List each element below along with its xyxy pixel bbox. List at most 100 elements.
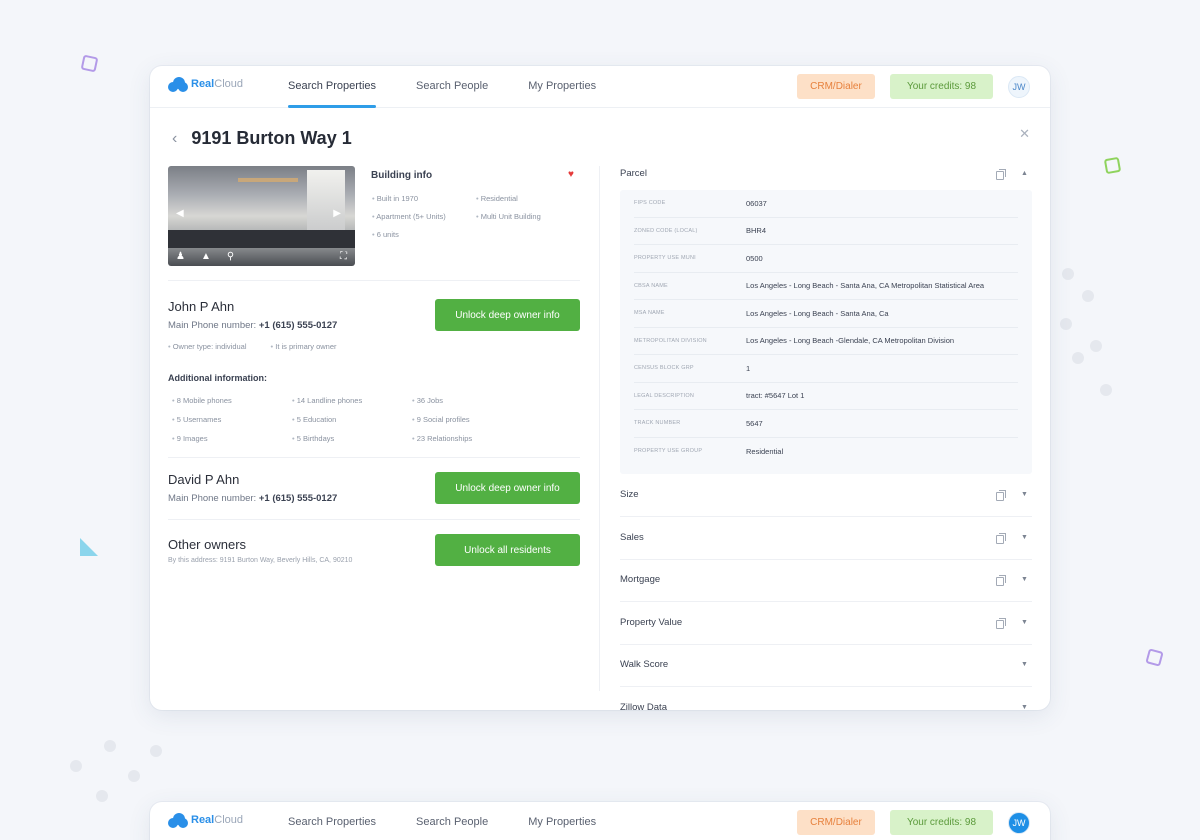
section-walk-score[interactable]: Walk Score ▼ <box>620 645 1032 687</box>
owner-meta: Owner type: individual It is primary own… <box>168 342 337 351</box>
column-divider <box>599 166 600 691</box>
parcel-section-header[interactable]: Parcel ▲ <box>620 168 1032 186</box>
logo-text: RealCloud <box>191 814 243 826</box>
credits-button[interactable]: Your credits: 98 <box>890 74 993 99</box>
back-arrow-icon[interactable]: ‹ <box>172 130 177 148</box>
chevron-down-icon[interactable]: ▼ <box>1021 534 1028 541</box>
building-fact: Residential <box>476 194 567 203</box>
tab-search-people[interactable]: Search People <box>416 802 488 840</box>
decorative-dot <box>96 790 108 802</box>
table-row: PROPERTY USE GROUP Residential <box>634 446 784 456</box>
decorative-dot <box>1082 290 1094 302</box>
unlock-deep-owner-info-button[interactable]: Unlock deep owner info <box>435 472 580 504</box>
additional-info-item: 9 Social profiles <box>412 415 502 424</box>
additional-info-item: 5 Usernames <box>172 415 292 424</box>
copy-icon[interactable] <box>996 575 1006 586</box>
owner-name: David P Ahn <box>168 472 240 487</box>
unlock-deep-owner-info-button[interactable]: Unlock deep owner info <box>435 299 580 331</box>
copy-icon[interactable] <box>996 533 1006 544</box>
copy-icon[interactable] <box>996 490 1006 501</box>
logo-text: RealCloud <box>191 78 243 90</box>
other-owners-title: Other owners <box>168 537 247 552</box>
favorite-heart-icon[interactable]: ♥ <box>568 169 574 180</box>
owner-phone: Main Phone number: +1 (615) 555-0127 <box>168 320 338 331</box>
chevron-down-icon[interactable]: ▼ <box>1021 704 1028 710</box>
page-title: 9191 Burton Way 1 <box>191 128 352 148</box>
page-header: ‹ 9191 Burton Way 1 <box>172 128 352 149</box>
section-mortgage[interactable]: Mortgage ▼ <box>620 560 1032 602</box>
owner-phone: Main Phone number: +1 (615) 555-0127 <box>168 493 338 504</box>
additional-info-item: 14 Landline phones <box>292 396 412 405</box>
owner-name: John P Ahn <box>168 299 235 314</box>
credits-button[interactable]: Your credits: 98 <box>890 810 993 835</box>
secondary-window: RealCloud Search Properties Search Peopl… <box>150 802 1050 840</box>
section-zillow-data[interactable]: Zillow Data ▼ <box>620 688 1032 710</box>
table-row: LEGAL DESCRIPTION tract: #5647 Lot 1 <box>634 383 1018 410</box>
tab-search-properties[interactable]: Search Properties <box>288 802 376 840</box>
unlock-all-residents-button[interactable]: Unlock all residents <box>435 534 580 566</box>
fullscreen-icon[interactable]: ⛶ <box>340 251 347 262</box>
table-row: CENSUS BLOCK GRP 1 <box>634 355 1018 383</box>
section-divider <box>168 457 580 458</box>
landscape-icon[interactable]: ▲ <box>201 251 211 262</box>
decorative-dot <box>1060 318 1072 330</box>
street-view-icon[interactable]: ♟ <box>176 251 185 262</box>
additional-info-item: 9 Images <box>172 434 292 443</box>
additional-info-list: 8 Mobile phones 14 Landline phones 36 Jo… <box>172 396 502 443</box>
additional-info-item: 5 Birthdays <box>292 434 412 443</box>
decorative-triangle <box>80 538 98 556</box>
chevron-up-icon[interactable]: ▲ <box>1021 170 1028 177</box>
tab-search-properties[interactable]: Search Properties <box>288 66 377 108</box>
section-property-value[interactable]: Property Value ▼ <box>620 603 1032 645</box>
decorative-dot <box>104 740 116 752</box>
close-icon[interactable]: ✕ <box>1019 126 1030 142</box>
section-divider <box>168 519 580 520</box>
decorative-dot <box>128 770 140 782</box>
map-pin-icon[interactable]: ⚲ <box>227 251 234 262</box>
building-fact: Apartment (5+ Units) <box>372 212 476 221</box>
photo-prev-icon[interactable]: ◀ <box>176 208 184 219</box>
parcel-title: Parcel <box>620 168 647 179</box>
top-navigation-bar: RealCloud Search Properties Search Peopl… <box>150 66 1050 108</box>
chevron-down-icon[interactable]: ▼ <box>1021 576 1028 583</box>
additional-info-title: Additional information: <box>168 373 267 383</box>
copy-icon[interactable] <box>996 618 1006 629</box>
section-sales[interactable]: Sales ▼ <box>620 518 1032 560</box>
table-row: FIPS CODE 06037 <box>634 190 1018 218</box>
user-avatar[interactable]: JW <box>1008 812 1030 834</box>
chevron-down-icon[interactable]: ▼ <box>1021 491 1028 498</box>
crm-dialer-button[interactable]: CRM/Dialer <box>797 810 875 835</box>
copy-icon[interactable] <box>996 169 1006 180</box>
tab-my-properties[interactable]: My Properties <box>528 66 596 108</box>
parcel-table: FIPS CODE 06037 ZONED CODE (LOCAL) BHR4 PR… <box>620 190 1032 474</box>
user-avatar[interactable]: JW <box>1008 76 1030 98</box>
decorative-square <box>80 54 99 73</box>
realcloud-logo[interactable]: RealCloud <box>168 812 243 828</box>
tab-search-people[interactable]: Search People <box>416 66 488 108</box>
owner-type: Owner type: individual <box>168 342 247 351</box>
property-photo[interactable]: ◀ ▶ ♟ ▲ ⚲ ⛶ <box>168 166 355 266</box>
additional-info-item: 8 Mobile phones <box>172 396 292 405</box>
tab-my-properties[interactable]: My Properties <box>528 802 596 840</box>
building-facts: Built in 1970 Residential Apartment (5+ … <box>372 194 567 239</box>
owner-primary-flag: It is primary owner <box>271 342 336 351</box>
other-owners-address: By this address: 9191 Burton Way, Beverl… <box>168 557 353 564</box>
table-row: CBSA NAME Los Angeles - Long Beach - Sant… <box>634 273 1018 300</box>
realcloud-logo[interactable]: RealCloud <box>168 76 243 92</box>
table-row: PROPERTY USE MUNI 0500 <box>634 245 1018 273</box>
table-row: MSA NAME Los Angeles - Long Beach - Santa… <box>634 300 1018 328</box>
decorative-square <box>1103 156 1122 175</box>
section-size[interactable]: Size ▼ <box>620 475 1032 517</box>
table-row: TRACK NUMBER 5647 <box>634 410 1018 438</box>
decorative-dot <box>70 760 82 772</box>
decorative-dot <box>1062 268 1074 280</box>
photo-next-icon[interactable]: ▶ <box>333 208 341 219</box>
top-navigation-bar: RealCloud Search Properties Search Peopl… <box>150 802 1050 840</box>
cloud-icon <box>168 76 188 92</box>
additional-info-item: 23 Relationships <box>412 434 502 443</box>
chevron-down-icon[interactable]: ▼ <box>1021 619 1028 626</box>
crm-dialer-button[interactable]: CRM/Dialer <box>797 74 875 99</box>
additional-info-item: 5 Education <box>292 415 412 424</box>
decorative-dot <box>1072 352 1084 364</box>
chevron-down-icon[interactable]: ▼ <box>1021 661 1028 668</box>
